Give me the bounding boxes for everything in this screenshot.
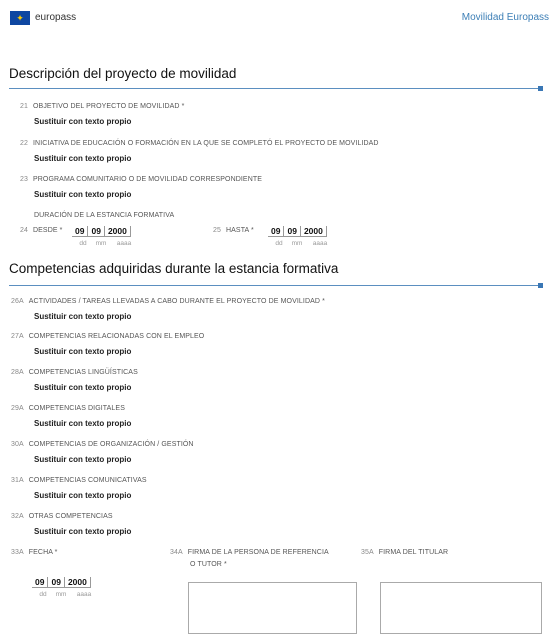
date-to-hint: dd mm aaaa xyxy=(275,240,328,247)
date-fecha-hint: dd mm aaaa xyxy=(39,591,92,598)
signature-box-holder[interactable] xyxy=(380,582,542,634)
field-label-27a: 27A COMPETENCIAS RELACIONADAS CON EL EMPL… xyxy=(11,333,205,340)
section-divider xyxy=(9,285,539,286)
field-label-28a: 28A COMPETENCIAS LINGÜÍSTICAS xyxy=(11,369,138,376)
page-header: ✦ europass Movilidad Europass xyxy=(0,0,553,40)
field-label-32a: 32A OTRAS COMPETENCIAS xyxy=(11,513,113,520)
field-value-21[interactable]: Sustituir con texto propio xyxy=(34,117,131,126)
section-divider-marker xyxy=(538,283,543,288)
date-to-month[interactable]: 09 xyxy=(284,226,301,237)
date-to-day[interactable]: 09 xyxy=(268,226,285,237)
date-fecha-day[interactable]: 09 xyxy=(32,577,49,588)
field-value-32a[interactable]: Sustituir con texto propio xyxy=(34,527,131,536)
eu-flag-logo: ✦ xyxy=(10,11,30,25)
date-from-year[interactable]: 2000 xyxy=(104,226,131,237)
field-label-26a: 26A ACTIVIDADES / TAREAS LLEVADAS A CABO … xyxy=(11,298,325,305)
section-title-competences: Competencias adquiridas durante la estan… xyxy=(9,261,339,276)
field-label-31a: 31A COMPETENCIAS COMUNICATIVAS xyxy=(11,477,147,484)
field-value-23[interactable]: Sustituir con texto propio xyxy=(34,190,131,199)
document-title: Movilidad Europass xyxy=(461,12,549,23)
date-from-hint: dd mm aaaa xyxy=(79,240,132,247)
field-label-34a-line2: O TUTOR * xyxy=(190,561,227,568)
field-label-33a: 33A FECHA * xyxy=(11,549,58,556)
field-label-35a: 35A FIRMA DEL TITULAR xyxy=(361,549,449,556)
date-from-day[interactable]: 09 xyxy=(72,226,89,237)
field-label-30a: 30A COMPETENCIAS DE ORGANIZACIÓN / GESTIÓ… xyxy=(11,441,194,448)
duration-label: DURACIÓN DE LA ESTANCIA FORMATIVA xyxy=(34,212,175,219)
field-label-23: 23 PROGRAMA COMUNITARIO O DE MOVILIDAD CO… xyxy=(20,176,262,183)
field-value-30a[interactable]: Sustituir con texto propio xyxy=(34,455,131,464)
field-value-22[interactable]: Sustituir con texto propio xyxy=(34,154,131,163)
field-label-29a: 29A COMPETENCIAS DIGITALES xyxy=(11,405,125,412)
field-value-31a[interactable]: Sustituir con texto propio xyxy=(34,491,131,500)
section-divider-marker xyxy=(538,86,543,91)
date-fecha-year[interactable]: 2000 xyxy=(64,577,91,588)
field-value-28a[interactable]: Sustituir con texto propio xyxy=(34,383,131,392)
field-label-24: 24 DESDE * xyxy=(20,227,63,234)
date-from[interactable]: 09 09 2000 xyxy=(72,226,131,237)
field-value-27a[interactable]: Sustituir con texto propio xyxy=(34,347,131,356)
field-value-26a[interactable]: Sustituir con texto propio xyxy=(34,312,131,321)
section-title-project: Descripción del proyecto de movilidad xyxy=(9,66,237,81)
date-fecha[interactable]: 09 09 2000 xyxy=(32,577,91,588)
field-label-22: 22 INICIATIVA DE EDUCACIÓN O FORMACIÓN EN… xyxy=(20,140,379,147)
date-from-month[interactable]: 09 xyxy=(88,226,105,237)
field-label-21: 21 OBJETIVO DEL PROYECTO DE MOVILIDAD * xyxy=(20,103,185,110)
field-label-25: 25 HASTA * xyxy=(213,227,254,234)
section-divider xyxy=(9,88,539,89)
field-value-29a[interactable]: Sustituir con texto propio xyxy=(34,419,131,428)
signature-box-reference[interactable] xyxy=(188,582,357,634)
date-to[interactable]: 09 09 2000 xyxy=(268,226,327,237)
europass-brand: europass xyxy=(35,12,77,23)
date-fecha-month[interactable]: 09 xyxy=(48,577,65,588)
field-label-34a: 34A FIRMA DE LA PERSONA DE REFERENCIA xyxy=(170,549,329,556)
date-to-year[interactable]: 2000 xyxy=(300,226,327,237)
